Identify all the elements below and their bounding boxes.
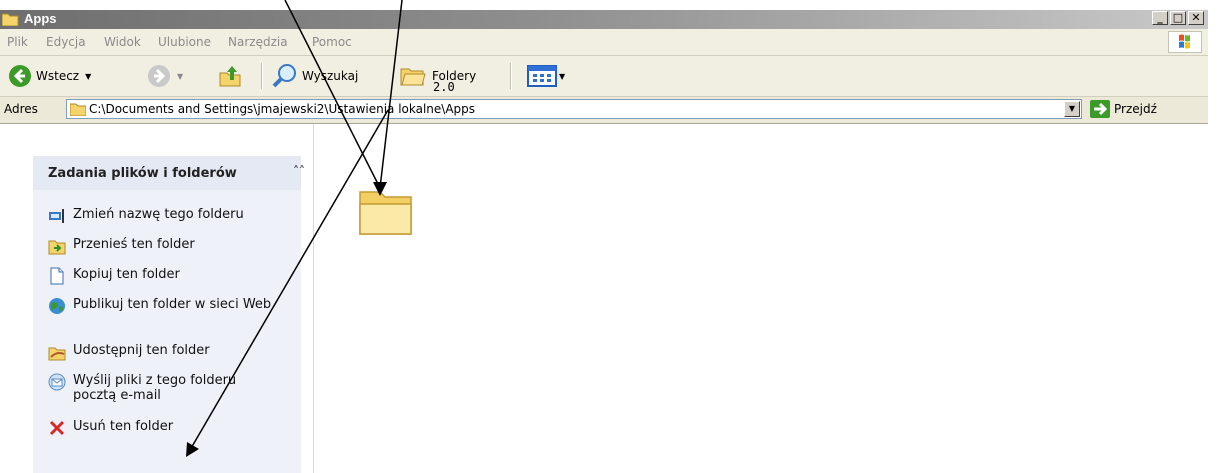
explorer-window: Apps _ □ ✕ Plik Edycja Widok Ulubione Na… — [0, 10, 1208, 473]
close-button[interactable]: ✕ — [1188, 11, 1204, 25]
search-button[interactable]: Wyszukaj — [272, 62, 358, 90]
back-arrow-icon — [9, 65, 31, 87]
content-area: Zadania plików i folderów ˄˄ Zmień nazwę… — [0, 124, 1208, 473]
views-icon — [527, 65, 557, 87]
maximize-button[interactable]: □ — [1170, 11, 1186, 25]
chevron-down-icon[interactable]: ▼ — [177, 72, 183, 81]
menu-file[interactable]: Plik — [7, 35, 28, 49]
windows-logo-icon — [1168, 31, 1202, 53]
task-pane: Zadania plików i folderów ˄˄ Zmień nazwę… — [0, 124, 314, 473]
address-bar: Adres C:\Documents and Settings\jmajewsk… — [0, 97, 1208, 124]
folder-name[interactable]: 2.0 — [433, 80, 455, 94]
search-icon — [272, 64, 296, 88]
task-rename[interactable]: Zmień nazwę tego folderu — [48, 207, 273, 225]
up-folder-button[interactable] — [218, 62, 242, 90]
share-icon — [48, 347, 66, 361]
folders-icon — [400, 68, 426, 86]
task-label: Przenieś ten folder — [73, 237, 195, 252]
forward-arrow-icon — [148, 65, 170, 87]
menu-favorites[interactable]: Ulubione — [158, 35, 211, 49]
delete-icon — [49, 420, 65, 436]
window-edge — [1208, 10, 1222, 473]
task-label: Publikuj ten folder w sieci Web — [73, 297, 272, 312]
title-bar[interactable]: Apps _ □ ✕ — [0, 10, 1208, 29]
copy-icon — [50, 267, 64, 285]
collapse-icon[interactable]: ˄˄ — [293, 164, 305, 178]
toolbar-separator — [510, 63, 512, 89]
task-label: Udostępnij ten folder — [73, 343, 210, 358]
task-publish[interactable]: Publikuj ten folder w sieci Web — [48, 297, 273, 315]
back-button[interactable]: Wstecz ▼ — [8, 62, 91, 90]
go-button[interactable]: Przejdź — [1090, 100, 1157, 118]
menu-bar: Plik Edycja Widok Ulubione Narzędzia Pom… — [0, 29, 1208, 56]
search-label: Wyszukaj — [302, 69, 359, 83]
folder-icon — [2, 13, 19, 26]
back-label: Wstecz — [36, 69, 80, 83]
menu-help[interactable]: Pomoc — [312, 35, 352, 49]
forward-button[interactable]: ▼ — [147, 62, 183, 90]
publish-web-icon — [49, 298, 65, 314]
folder-icon — [70, 103, 86, 116]
menu-edit[interactable]: Edycja — [46, 35, 86, 49]
email-icon — [48, 373, 66, 391]
folder-icon — [359, 191, 412, 235]
views-button[interactable]: ▼ — [527, 62, 565, 90]
go-label: Przejdź — [1114, 102, 1157, 116]
file-folder-tasks-panel: Zadania plików i folderów ˄˄ Zmień nazwę… — [33, 156, 305, 473]
address-label: Adres — [4, 102, 38, 116]
task-label: Wyślij pliki z tego folderu pocztą e-mai… — [73, 373, 237, 403]
task-label: Usuń ten folder — [73, 419, 174, 434]
task-copy[interactable]: Kopiuj ten folder — [48, 267, 273, 285]
move-icon — [48, 240, 66, 255]
up-folder-icon — [219, 66, 241, 87]
window-title: Apps — [24, 11, 57, 26]
rename-icon — [49, 209, 64, 223]
panel-title: Zadania plików i folderów — [48, 166, 237, 181]
folder-item[interactable] — [357, 184, 415, 241]
panel-header[interactable]: Zadania plików i folderów ˄˄ — [33, 156, 305, 190]
task-label: Kopiuj ten folder — [73, 267, 180, 282]
task-move[interactable]: Przenieś ten folder — [48, 237, 273, 255]
task-email[interactable]: Wyślij pliki z tego folderu pocztą e-mai… — [48, 373, 273, 403]
chevron-down-icon[interactable]: ▼ — [85, 72, 91, 81]
address-dropdown-button[interactable]: ▼ — [1064, 101, 1080, 117]
address-value: C:\Documents and Settings\jmajewski2\Ust… — [89, 102, 476, 116]
chevron-down-icon[interactable]: ▼ — [559, 72, 565, 81]
address-input[interactable]: C:\Documents and Settings\jmajewski2\Ust… — [66, 99, 1082, 119]
minimize-button[interactable]: _ — [1152, 11, 1168, 25]
menu-view[interactable]: Widok — [104, 35, 141, 49]
toolbar-separator — [261, 63, 263, 89]
go-arrow-icon — [1090, 100, 1110, 118]
task-share[interactable]: Udostępnij ten folder — [48, 343, 273, 361]
task-label: Zmień nazwę tego folderu — [73, 207, 244, 222]
menu-tools[interactable]: Narzędzia — [228, 35, 288, 49]
task-delete[interactable]: Usuń ten folder — [48, 419, 273, 437]
toolbar: Wstecz ▼ ▼ Wyszukaj Foldery ▼ — [0, 56, 1208, 97]
